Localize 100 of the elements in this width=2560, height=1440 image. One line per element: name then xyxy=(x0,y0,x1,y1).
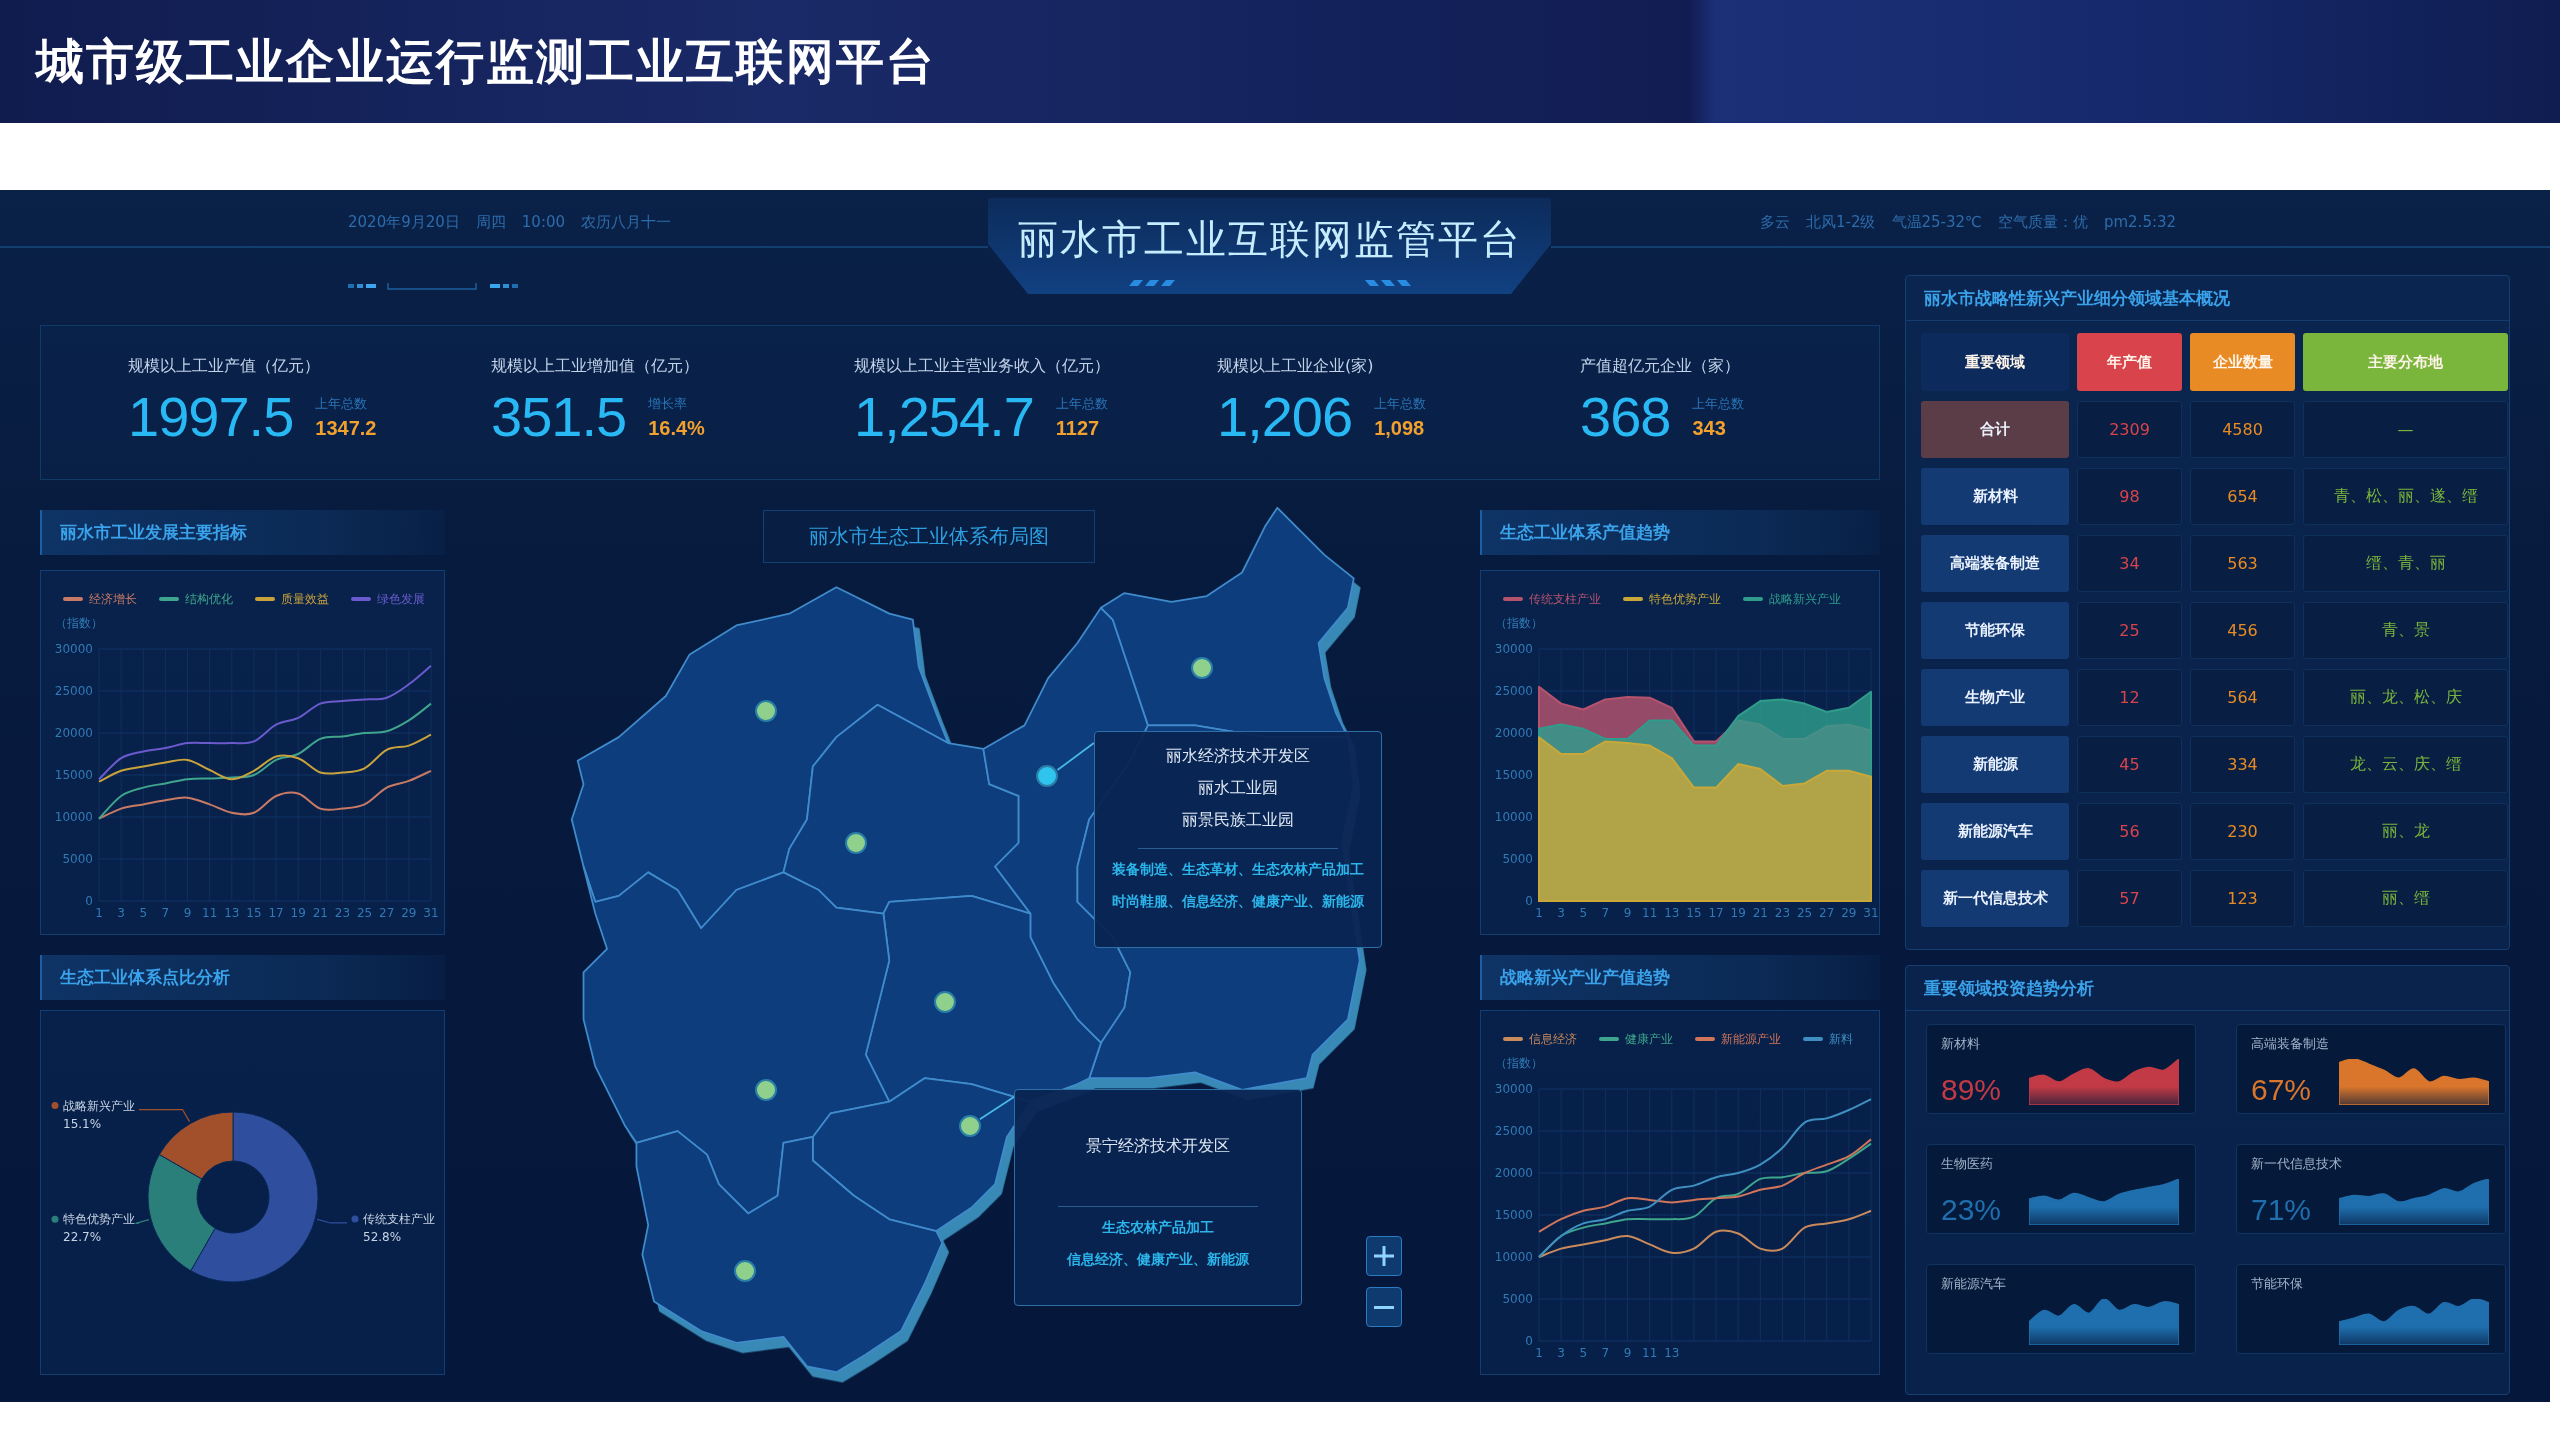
page-title: 城市级工业企业运行监测工业互联网平台 xyxy=(36,31,936,91)
kpi-sub-label: 上年总数 xyxy=(315,394,369,413)
axis-tick-label: 25000 xyxy=(1494,684,1533,698)
axis-label: （指数） xyxy=(1495,616,1543,630)
date-text: 农历八月十一 xyxy=(581,212,672,232)
axis-tick-label: 19 xyxy=(1730,906,1746,920)
axis-tick-label: 15 xyxy=(1686,906,1702,920)
axis-tick-label: 23 xyxy=(334,906,351,920)
table-cell: 45 xyxy=(2077,736,2182,793)
axis-tick-label: 10000 xyxy=(1494,1250,1533,1264)
kpi-sub-label: 增长率 xyxy=(648,394,689,413)
table-cell: 230 xyxy=(2190,803,2295,860)
axis-tick-label: 7 xyxy=(161,906,170,920)
axis-tick-label: 3 xyxy=(1557,906,1565,920)
card-percent: 23% xyxy=(1941,1195,2003,1225)
axis-tick-label: 15000 xyxy=(1494,1208,1533,1222)
kpi-sub-label: 上年总数 xyxy=(1692,394,1745,413)
axis-tick-label: 30000 xyxy=(1494,1082,1533,1096)
zone-name: 景宁经济技术开发区 xyxy=(1086,1135,1230,1157)
table-cell: 丽、龙、松、庆 xyxy=(2303,669,2508,726)
industry-list: 时尚鞋服、信息经济、健康产业、新能源 xyxy=(1112,885,1364,917)
axis-tick-label: 25000 xyxy=(1494,1124,1533,1138)
axis-tick-label: 13 xyxy=(1664,906,1680,920)
axis-tick-label: 27 xyxy=(379,906,395,920)
card-percent: 67% xyxy=(2251,1075,2313,1105)
legend-label: 战略新兴产业 xyxy=(1769,590,1841,608)
axis-tick-label: 9 xyxy=(1623,1346,1632,1360)
axis-tick-label: 13 xyxy=(1664,1346,1680,1360)
axis-tick-label: 3 xyxy=(1557,1346,1565,1360)
panel-title: 重要领域投资趋势分析 xyxy=(1906,966,2509,1011)
map-title: 丽水市生态工业体系布局图 xyxy=(763,510,1095,563)
axis-tick-label: 0 xyxy=(85,894,93,908)
card-label: 高端装备制造 xyxy=(2251,1035,2330,1053)
axis-tick-label: 20000 xyxy=(1494,1166,1533,1180)
kpi-sub-value: 1,098 xyxy=(1374,416,1426,440)
slice-label: 战略新兴产业 xyxy=(63,1098,135,1113)
axis-tick-label: 1 xyxy=(1535,1346,1543,1360)
dashboard-title: 丽水市工业互联网监管平台 xyxy=(1017,215,1522,264)
kpi-sub-value: 16.4% xyxy=(648,416,705,440)
kpi-sub-label: 上年总数 xyxy=(1374,394,1427,413)
column-header: 年产值 xyxy=(2077,333,2182,391)
date-text: 2020年9月20日 xyxy=(348,212,460,232)
date-text: 10:00 xyxy=(521,213,566,231)
date-text: 周四 xyxy=(475,212,506,232)
slice-value: 15.1% xyxy=(63,1116,102,1131)
axis-tick-label: 27 xyxy=(1819,906,1835,920)
axis-tick-label: 17 xyxy=(1708,906,1724,920)
industry-list: 装备制造、生态革材、生态农林产品加工 xyxy=(1112,853,1364,885)
card-label: 新一代信息技术 xyxy=(2251,1155,2343,1173)
axis-tick-label: 11 xyxy=(202,906,218,920)
kpi-sub-value: 1127 xyxy=(1055,416,1101,440)
axis-label: （指数） xyxy=(55,616,103,630)
axis-tick-label: 9 xyxy=(1623,906,1632,920)
axis-tick-label: 7 xyxy=(1601,906,1610,920)
weather-text: 多云 xyxy=(1760,212,1790,232)
kpi-value: 351.5 xyxy=(491,389,627,445)
row-header: 新能源 xyxy=(1921,736,2069,793)
column-header: 主要分布地 xyxy=(2303,333,2508,391)
axis-tick-label: 5 xyxy=(1579,906,1588,920)
axis-tick-label: 13 xyxy=(224,906,240,920)
axis-tick-label: 5000 xyxy=(1502,1292,1533,1306)
table-cell: 4580 xyxy=(2190,401,2295,458)
table-cell: 123 xyxy=(2190,870,2295,927)
axis-tick-label: 29 xyxy=(1841,906,1857,920)
table-cell: 57 xyxy=(2077,870,2182,927)
column-header: 重要领域 xyxy=(1921,333,2069,391)
panel-title: 丽水市战略性新兴产业细分领域基本概况 xyxy=(1906,276,2509,321)
industry-list: 信息经济、健康产业、新能源 xyxy=(1067,1243,1249,1275)
axis-tick-label: 25 xyxy=(356,906,373,920)
kpi-label: 产值超亿元企业（家） xyxy=(1580,356,1741,377)
weather-text: 空气质量：优 xyxy=(1997,212,2088,232)
table-cell: 56 xyxy=(2077,803,2182,860)
table-cell: 98 xyxy=(2077,468,2182,525)
legend-label: 传统支柱产业 xyxy=(1529,590,1601,608)
table-cell: 青、景 xyxy=(2303,602,2508,659)
table-cell: 2309 xyxy=(2077,401,2182,458)
table-cell: 564 xyxy=(2190,669,2295,726)
zone-name: 丽水工业园 xyxy=(1198,777,1278,799)
column-header: 企业数量 xyxy=(2190,333,2295,391)
table-cell: 563 xyxy=(2190,535,2295,592)
legend-label: 质量效益 xyxy=(281,590,329,608)
kpi-value: 1997.5 xyxy=(128,389,294,445)
card-percent: 89% xyxy=(1941,1075,2003,1105)
table-cell: 丽、龙 xyxy=(2303,803,2508,860)
industry-list: 生态农林产品加工 xyxy=(1102,1211,1214,1243)
panel-title: 丽水市工业发展主要指标 xyxy=(40,510,445,555)
zone-name: 丽景民族工业园 xyxy=(1182,809,1294,831)
kpi-label: 规模以上工业主营业务收入（亿元） xyxy=(854,356,1111,377)
axis-tick-label: 21 xyxy=(312,906,328,920)
panel-title: 战略新兴产业产值趋势 xyxy=(1480,955,1880,1000)
axis-tick-label: 15 xyxy=(246,906,262,920)
axis-tick-label: 1 xyxy=(1535,906,1543,920)
table-cell: 缙、青、丽 xyxy=(2303,535,2508,592)
legend-label: 特色优势产业 xyxy=(1649,590,1721,608)
row-header: 新材料 xyxy=(1921,468,2069,525)
card-label: 节能环保 xyxy=(2251,1275,2304,1293)
card-label: 新材料 xyxy=(1941,1035,1981,1053)
slice-value: 52.8% xyxy=(363,1229,402,1244)
table-cell: 25 xyxy=(2077,602,2182,659)
table-cell: 丽、缙 xyxy=(2303,870,2508,927)
